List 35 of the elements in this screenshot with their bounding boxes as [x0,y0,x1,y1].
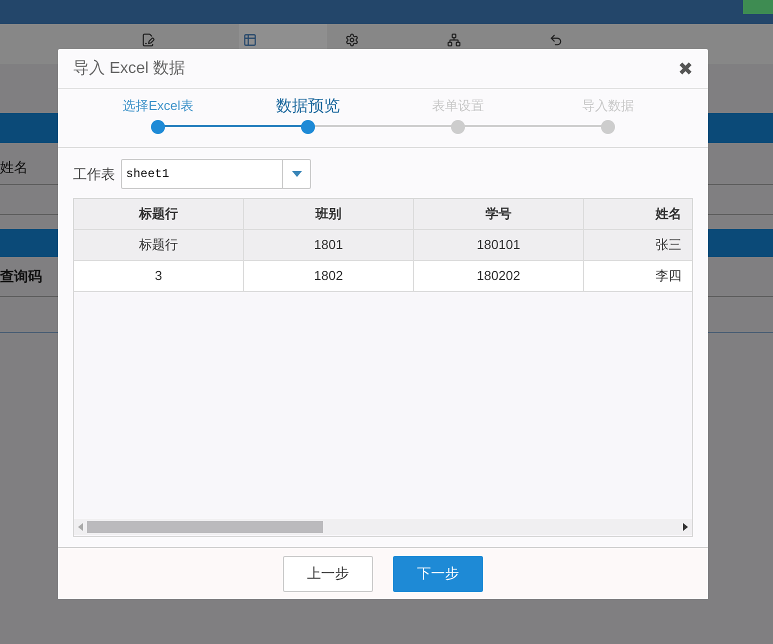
next-button[interactable]: 下一步 [393,556,483,592]
step-label: 选择Excel表 [122,97,194,115]
step-label: 数据预览 [276,97,340,117]
table-cell-text: 1802 [314,267,343,286]
sheet-label: 工作表 [73,164,115,184]
hierarchy-icon [447,33,461,47]
table-cell-text: 180101 [476,236,520,254]
column-header: 班别 [316,205,342,224]
table-cell-text: 3 [154,267,162,286]
field-label: 姓名 [0,158,28,177]
form-edit-icon [141,33,155,47]
table-cell-text: 李四 [656,267,682,286]
column-header: 姓名 [656,205,682,224]
sheet-select[interactable]: sheet1 [121,159,311,189]
table-cell-text: 张三 [656,236,682,254]
scroll-left-icon[interactable] [78,523,83,531]
field-label: 查询码 [0,267,42,286]
dropdown-caret-icon [292,171,302,177]
close-button[interactable]: ✖ [678,60,693,78]
scroll-right-icon[interactable] [683,523,688,531]
table-row[interactable]: 标题行 1801 180101 张三 [74,230,692,261]
table-cell-text: 180202 [476,267,520,286]
grid-icon [243,33,257,47]
table-cell-text: 标题行 [139,236,178,254]
table-cell-text: 1801 [314,236,343,254]
column-header: 学号 [486,205,512,224]
toolbar-tab[interactable] [239,24,327,49]
settings-icon [345,33,359,47]
horizontal-scrollbar[interactable] [74,519,692,535]
dialog-title: 导入 Excel 数据 [73,58,186,78]
previous-button[interactable]: 上一步 [283,556,373,592]
scrollbar-thumb[interactable] [87,521,323,533]
table-row[interactable]: 3 1802 180202 李四 [74,261,692,292]
back-icon [549,33,563,47]
column-header: 标题行 [139,205,178,224]
